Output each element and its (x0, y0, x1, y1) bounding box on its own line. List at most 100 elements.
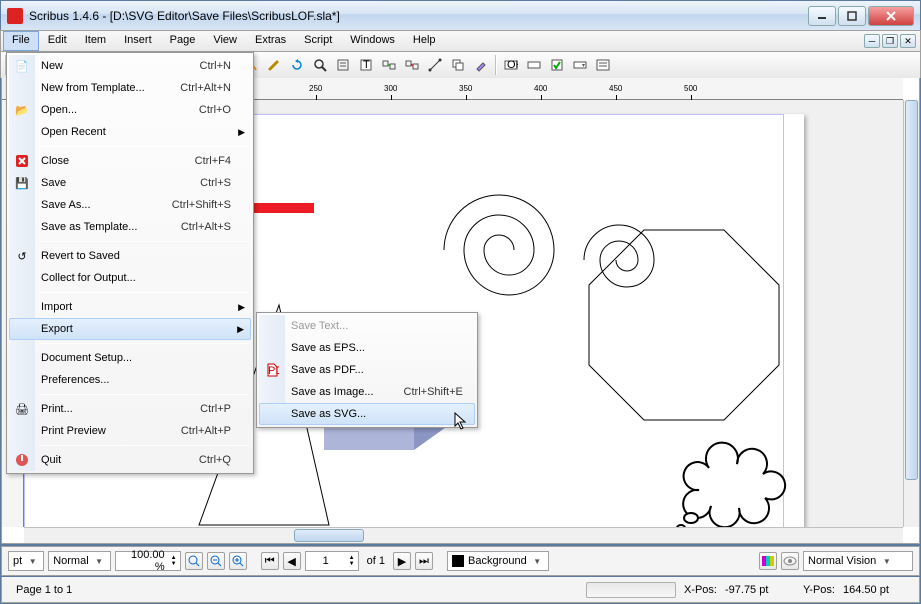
open-icon: 📂 (14, 102, 30, 118)
zoom-out[interactable] (207, 552, 225, 570)
viewmode-combo[interactable]: Normal▼ (48, 551, 110, 571)
cms-toggle[interactable] (759, 552, 777, 570)
ypos-value: 164.50 pt (843, 584, 913, 596)
menu-page[interactable]: Page (161, 31, 205, 51)
tool-pdf-checkbox[interactable] (546, 54, 568, 76)
first-page[interactable]: ⏮ (261, 552, 279, 570)
menu-view[interactable]: View (204, 31, 246, 51)
page-total-label: of 1 (363, 555, 389, 567)
tool-pdf-textfield[interactable] (523, 54, 545, 76)
cloud-bubble (669, 440, 799, 527)
tool-pdf-pushbutton[interactable]: OK (500, 54, 522, 76)
tool-zoom[interactable] (309, 54, 331, 76)
next-page[interactable]: ▶ (393, 552, 411, 570)
svg-text:T: T (363, 59, 370, 71)
unit-combo[interactable]: pt▼ (8, 551, 44, 571)
close-button[interactable] (868, 6, 914, 26)
tool-eyedropper[interactable] (470, 54, 492, 76)
menu-quit[interactable]: QuitCtrl+Q (9, 449, 251, 471)
pdf-icon: PDF (264, 362, 280, 378)
print-icon: 🖨 (14, 401, 30, 417)
tool-copy-props[interactable] (447, 54, 469, 76)
revert-icon: ↺ (14, 248, 30, 264)
status-pages: Page 1 to 1 (8, 584, 80, 596)
menu-save-text[interactable]: Save Text... (259, 315, 475, 337)
ypos-label: Y-Pos: (795, 584, 843, 596)
quit-icon (14, 452, 30, 468)
zoom-in[interactable] (229, 552, 247, 570)
file-menu-dropdown: 📄NewCtrl+N New from Template...Ctrl+Alt+… (6, 52, 254, 474)
footer-controls: pt▼ Normal▼ 100.00 %▲▼ ⏮ ◀ 1▲▼ of 1 ▶ ⏭ … (1, 546, 920, 576)
menu-save-svg[interactable]: Save as SVG... (259, 403, 475, 425)
mdi-minimize[interactable]: － (864, 34, 880, 48)
app-icon (7, 8, 23, 24)
menu-new[interactable]: 📄NewCtrl+N (9, 55, 251, 77)
tool-link-frames[interactable] (378, 54, 400, 76)
octagon-shape (574, 220, 794, 440)
tool-freehand[interactable] (263, 54, 285, 76)
scrollbar-vertical[interactable] (903, 100, 919, 527)
menu-preferences[interactable]: Preferences... (9, 369, 251, 391)
close-icon (14, 153, 30, 169)
menu-revert[interactable]: ↺Revert to Saved (9, 245, 251, 267)
menu-print-preview[interactable]: Print PreviewCtrl+Alt+P (9, 420, 251, 442)
menu-item-item[interactable]: Item (76, 31, 115, 51)
page-spin[interactable]: 1▲▼ (305, 551, 359, 571)
minimize-button[interactable] (808, 6, 836, 26)
zoom-spin[interactable]: 100.00 %▲▼ (115, 551, 181, 571)
tool-unlink-frames[interactable] (401, 54, 423, 76)
menu-save-eps[interactable]: Save as EPS... (259, 337, 475, 359)
tool-pdf-combobox[interactable] (569, 54, 591, 76)
svg-text:OK: OK (507, 59, 518, 71)
menu-open[interactable]: 📂Open...Ctrl+O (9, 99, 251, 121)
menu-insert[interactable]: Insert (115, 31, 161, 51)
menu-open-recent[interactable]: Open Recent▶ (9, 121, 251, 143)
menu-collect[interactable]: Collect for Output... (9, 267, 251, 289)
menu-new-template[interactable]: New from Template...Ctrl+Alt+N (9, 77, 251, 99)
menubar: File Edit Item Insert Page View Extras S… (0, 30, 921, 52)
tool-story-editor[interactable]: T (355, 54, 377, 76)
xpos-label: X-Pos: (676, 584, 725, 596)
menu-print[interactable]: 🖨Print...Ctrl+P (9, 398, 251, 420)
status-bar: Page 1 to 1 X-Pos: -97.75 pt Y-Pos: 164.… (1, 577, 920, 603)
menu-close[interactable]: CloseCtrl+F4 (9, 150, 251, 172)
tool-pdf-listbox[interactable] (592, 54, 614, 76)
window-title: Scribus 1.4.6 - [D:\SVG Editor\Save File… (29, 9, 808, 23)
menu-save-as[interactable]: Save As...Ctrl+Shift+S (9, 194, 251, 216)
new-icon: 📄 (14, 58, 30, 74)
maximize-button[interactable] (838, 6, 866, 26)
mdi-controls: － ❐ ✕ (864, 31, 918, 51)
svg-text:PDF: PDF (268, 365, 279, 377)
menu-help[interactable]: Help (404, 31, 445, 51)
menu-script[interactable]: Script (295, 31, 341, 51)
tool-measure[interactable] (424, 54, 446, 76)
menu-export[interactable]: Export▶ (9, 318, 251, 340)
export-submenu: Save Text... Save as EPS... PDFSave as P… (256, 312, 478, 428)
prev-page[interactable]: ◀ (283, 552, 301, 570)
menu-edit[interactable]: Edit (39, 31, 76, 51)
menu-save-image[interactable]: Save as Image...Ctrl+Shift+E (259, 381, 475, 403)
tool-rotate[interactable] (286, 54, 308, 76)
tool-edit-contents[interactable] (332, 54, 354, 76)
window-controls (808, 6, 914, 26)
mdi-restore[interactable]: ❐ (882, 34, 898, 48)
layer-combo[interactable]: Background▼ (447, 551, 549, 571)
menu-save-template[interactable]: Save as Template...Ctrl+Alt+S (9, 216, 251, 238)
last-page[interactable]: ⏭ (415, 552, 433, 570)
xpos-value: -97.75 pt (725, 584, 795, 596)
menu-extras[interactable]: Extras (246, 31, 295, 51)
titlebar: Scribus 1.4.6 - [D:\SVG Editor\Save File… (0, 0, 921, 30)
menu-save-pdf[interactable]: PDFSave as PDF... (259, 359, 475, 381)
save-icon: 💾 (14, 175, 30, 191)
menu-import[interactable]: Import▶ (9, 296, 251, 318)
menu-file[interactable]: File (3, 31, 39, 51)
zoom-1to1[interactable] (185, 552, 203, 570)
menu-windows[interactable]: Windows (341, 31, 404, 51)
menu-doc-setup[interactable]: Document Setup... (9, 347, 251, 369)
mouse-cursor (454, 412, 470, 432)
vision-combo[interactable]: Normal Vision▼ (803, 551, 913, 571)
scrollbar-horizontal[interactable] (24, 527, 903, 543)
menu-save[interactable]: 💾SaveCtrl+S (9, 172, 251, 194)
preview-toggle[interactable] (781, 552, 799, 570)
mdi-close[interactable]: ✕ (900, 34, 916, 48)
